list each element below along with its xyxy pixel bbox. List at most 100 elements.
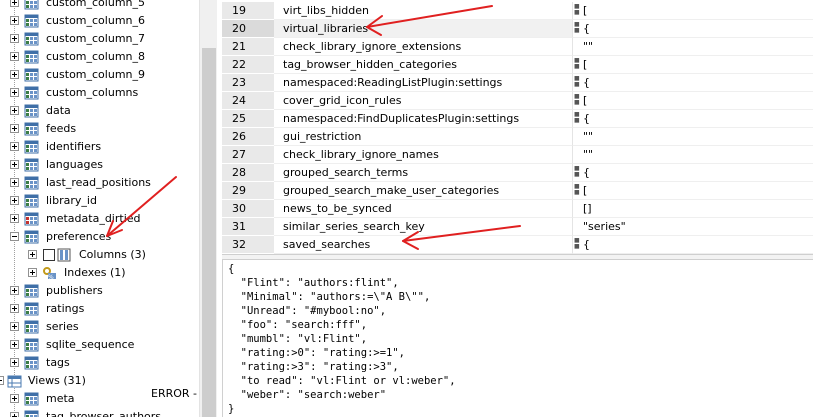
tree-item-feeds[interactable]: feeds	[0, 120, 199, 138]
row-number[interactable]: 26	[222, 128, 274, 146]
tree-item-indexes-1[interactable]: % Indexes (1)	[0, 264, 199, 282]
row-number[interactable]: 24	[222, 92, 274, 110]
tree-item-data[interactable]: data	[0, 102, 199, 120]
row-number[interactable]: 32	[222, 236, 274, 254]
table-row[interactable]: 21 check_library_ignore_extensions ""	[222, 38, 813, 56]
row-number[interactable]: 21	[222, 38, 274, 56]
table-row[interactable]: 23 namespaced:ReadingListPlugin:settings{…	[222, 74, 813, 92]
value-cell[interactable]: ""	[572, 38, 813, 56]
tree-item-metadata-dirtied[interactable]: metadata_dirtied	[0, 210, 199, 228]
row-number[interactable]: 23	[222, 74, 274, 92]
value-cell[interactable]: [	[572, 2, 813, 20]
collapse-icon[interactable]	[10, 232, 19, 241]
value-cell[interactable]: [	[572, 182, 813, 200]
value-cell[interactable]: {	[572, 164, 813, 182]
table-row[interactable]: 31 similar_series_search_key "series"	[222, 218, 813, 236]
table-row[interactable]: 25 namespaced:FindDuplicatesPlugin:settin…	[222, 110, 813, 128]
table-row[interactable]: 19 virt_libs_hidden[■ ■	[222, 2, 813, 20]
expand-icon[interactable]	[10, 412, 19, 417]
tree-item-columns-3[interactable]: Columns (3)	[0, 246, 199, 264]
value-cell[interactable]: {	[572, 110, 813, 128]
tree-item-languages[interactable]: languages	[0, 156, 199, 174]
value-viewer[interactable]: { "Flint": "authors:flint", "Minimal": "…	[222, 260, 813, 417]
expand-icon[interactable]	[10, 214, 19, 223]
key-cell[interactable]: saved_searches	[274, 236, 572, 254]
row-number[interactable]: 30	[222, 200, 274, 218]
expand-icon[interactable]	[10, 124, 19, 133]
key-cell[interactable]: grouped_search_make_user_categories	[274, 182, 572, 200]
value-cell[interactable]: []	[572, 200, 813, 218]
tree-item-custom-column-8[interactable]: custom_column_8	[0, 48, 199, 66]
key-cell[interactable]: grouped_search_terms	[274, 164, 572, 182]
table-row[interactable]: 29 grouped_search_make_user_categories[■ ■	[222, 182, 813, 200]
tree-item-custom-column-6[interactable]: custom_column_6	[0, 12, 199, 30]
expand-icon[interactable]	[10, 142, 19, 151]
tree-item-tag-browser-authors[interactable]: tag_browser_authors	[0, 408, 199, 417]
row-number[interactable]: 20	[222, 20, 274, 38]
expand-icon[interactable]	[10, 304, 19, 313]
key-cell[interactable]: check_library_ignore_extensions	[274, 38, 572, 56]
row-number[interactable]: 25	[222, 110, 274, 128]
expand-icon[interactable]	[10, 16, 19, 25]
tree-scrollbar-thumb[interactable]	[202, 48, 216, 417]
expand-icon[interactable]	[10, 88, 19, 97]
checkbox[interactable]	[43, 249, 55, 261]
tree-scrollbar[interactable]	[199, 0, 217, 417]
value-cell[interactable]: "series"	[572, 218, 813, 236]
tree-item-identifiers[interactable]: identifiers	[0, 138, 199, 156]
value-cell[interactable]: [	[572, 92, 813, 110]
preferences-grid[interactable]: 19 virt_libs_hidden[■ ■ 20 virtual_libraries…	[222, 0, 813, 254]
row-number[interactable]: 22	[222, 56, 274, 74]
expand-icon[interactable]	[28, 250, 37, 259]
row-number[interactable]: 31	[222, 218, 274, 236]
table-row[interactable]: 28 grouped_search_terms{■ ■	[222, 164, 813, 182]
row-number[interactable]: 27	[222, 146, 274, 164]
key-cell[interactable]: similar_series_search_key	[274, 218, 572, 236]
key-cell[interactable]: news_to_be_synced	[274, 200, 572, 218]
table-row[interactable]: 24 cover_grid_icon_rules[■ ■	[222, 92, 813, 110]
key-cell[interactable]: check_library_ignore_names	[274, 146, 572, 164]
tree-item-custom-column-7[interactable]: custom_column_7	[0, 30, 199, 48]
tree-item-custom-columns[interactable]: custom_columns	[0, 84, 199, 102]
table-row[interactable]: 32 saved_searches{■ ■	[222, 236, 813, 254]
tree-item-custom-column-5[interactable]: custom_column_5	[0, 0, 199, 12]
key-cell[interactable]: virt_libs_hidden	[274, 2, 572, 20]
value-cell[interactable]: {	[572, 20, 813, 38]
row-number[interactable]: 19	[222, 2, 274, 20]
tree-item-preferences[interactable]: preferences	[0, 228, 199, 246]
table-row[interactable]: 30 news_to_be_synced[]	[222, 200, 813, 218]
expand-icon[interactable]	[10, 394, 19, 403]
table-row[interactable]: 22 tag_browser_hidden_categories[■ ■	[222, 56, 813, 74]
key-cell[interactable]: virtual_libraries	[274, 20, 572, 38]
tree-item-library-id[interactable]: library_id	[0, 192, 199, 210]
expand-icon[interactable]	[10, 34, 19, 43]
tree-item-ratings[interactable]: ratings	[0, 300, 199, 318]
key-cell[interactable]: tag_browser_hidden_categories	[274, 56, 572, 74]
expand-icon[interactable]	[10, 196, 19, 205]
expand-icon[interactable]	[10, 70, 19, 79]
table-row[interactable]: 26 gui_restriction ""	[222, 128, 813, 146]
key-cell[interactable]: gui_restriction	[274, 128, 572, 146]
expand-icon[interactable]	[28, 268, 37, 277]
expand-icon[interactable]	[10, 160, 19, 169]
expand-icon[interactable]	[10, 358, 19, 367]
key-cell[interactable]: namespaced:FindDuplicatesPlugin:settings	[274, 110, 572, 128]
row-number[interactable]: 29	[222, 182, 274, 200]
tree-item-publishers[interactable]: publishers	[0, 282, 199, 300]
tree-item-sqlite-sequence[interactable]: sqlite_sequence	[0, 336, 199, 354]
row-number[interactable]: 28	[222, 164, 274, 182]
expand-icon[interactable]	[10, 340, 19, 349]
expand-icon[interactable]	[10, 106, 19, 115]
tree-item-last-read-positions[interactable]: last_read_positions	[0, 174, 199, 192]
expand-icon[interactable]	[10, 178, 19, 187]
tree-item-custom-column-9[interactable]: custom_column_9	[0, 66, 199, 84]
expand-icon[interactable]	[10, 322, 19, 331]
key-cell[interactable]: namespaced:ReadingListPlugin:settings	[274, 74, 572, 92]
value-cell[interactable]: ""	[572, 146, 813, 164]
expand-icon[interactable]	[10, 286, 19, 295]
collapse-icon[interactable]	[0, 376, 4, 385]
expand-icon[interactable]	[10, 52, 19, 61]
value-cell[interactable]: ""	[572, 128, 813, 146]
tree-item-series[interactable]: series	[0, 318, 199, 336]
value-cell[interactable]: [	[572, 56, 813, 74]
